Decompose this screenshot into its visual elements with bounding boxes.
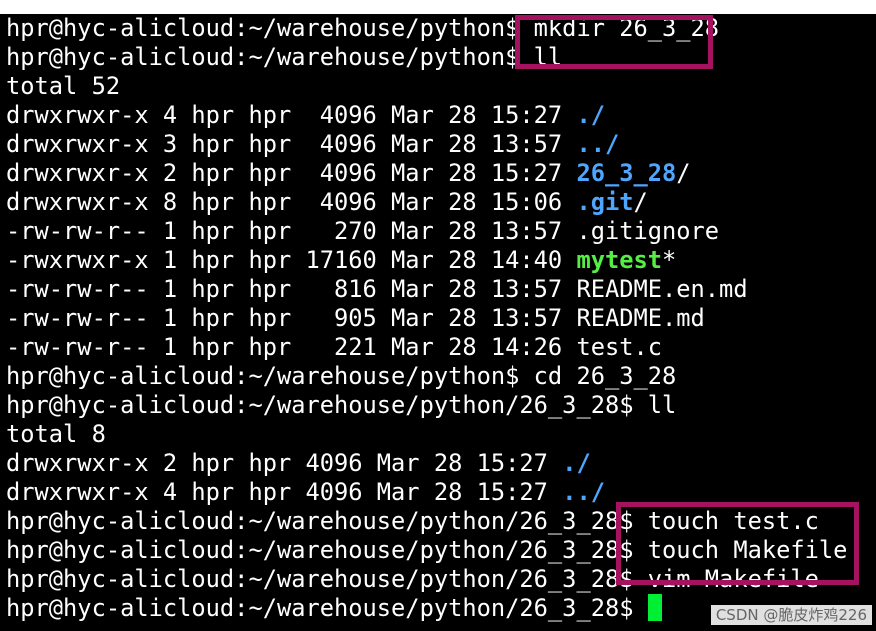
- terminal-line: drwxrwxr-x 2 hpr hpr 4096 Mar 28 15:27 2…: [6, 159, 847, 188]
- terminal-text: /: [676, 159, 691, 187]
- terminal-text: drwxrwxr-x 2 hpr hpr 4096 Mar 28 15:27: [6, 159, 577, 187]
- terminal-line: drwxrwxr-x 8 hpr hpr 4096 Mar 28 15:06 .…: [6, 188, 847, 217]
- csdn-watermark: CSDN @脆皮炸鸡226: [710, 605, 872, 625]
- executable-name: mytest: [576, 246, 663, 274]
- terminal-text: hpr@hyc-alicloud:~/warehouse/python$ cd …: [6, 362, 677, 390]
- terminal-line: drwxrwxr-x 3 hpr hpr 4096 Mar 28 13:57 .…: [6, 130, 847, 159]
- directory-name: ./: [576, 101, 605, 129]
- terminal-text: total 52: [6, 72, 121, 100]
- directory-name: 26_3_28: [576, 159, 677, 187]
- terminal-text: *: [662, 246, 677, 274]
- terminal-text: drwxrwxr-x 2 hpr hpr 4096 Mar 28 15:27: [6, 449, 563, 477]
- terminal-line: hpr@hyc-alicloud:~/warehouse/python$ ll: [6, 43, 847, 72]
- terminal-cursor: [647, 594, 662, 621]
- terminal-text: -rw-rw-r-- 1 hpr hpr 270 Mar 28 13:57 .g…: [6, 217, 720, 245]
- terminal-text: hpr@hyc-alicloud:~/warehouse/python$ ll: [6, 43, 563, 71]
- terminal-line: -rw-rw-r-- 1 hpr hpr 816 Mar 28 13:57 RE…: [6, 275, 847, 304]
- terminal-text: -rwxrwxr-x 1 hpr hpr 17160 Mar 28 14:40: [6, 246, 577, 274]
- terminal-text: hpr@hyc-alicloud:~/warehouse/python/26_3…: [6, 594, 648, 622]
- terminal-line: -rw-rw-r-- 1 hpr hpr 905 Mar 28 13:57 RE…: [6, 304, 847, 333]
- terminal-line: drwxrwxr-x 2 hpr hpr 4096 Mar 28 15:27 .…: [6, 449, 847, 478]
- terminal-line: -rw-rw-r-- 1 hpr hpr 270 Mar 28 13:57 .g…: [6, 217, 847, 246]
- terminal-text: drwxrwxr-x 4 hpr hpr 4096 Mar 28 15:27: [6, 478, 563, 506]
- terminal-line: hpr@hyc-alicloud:~/warehouse/python$ cd …: [6, 362, 847, 391]
- terminal-text: -rw-rw-r-- 1 hpr hpr 905 Mar 28 13:57 RE…: [6, 304, 705, 332]
- terminal-line: total 8: [6, 420, 847, 449]
- terminal-line: -rwxrwxr-x 1 hpr hpr 17160 Mar 28 14:40 …: [6, 246, 847, 275]
- terminal-line: -rw-rw-r-- 1 hpr hpr 221 Mar 28 14:26 te…: [6, 333, 847, 362]
- directory-name: ../: [562, 478, 605, 506]
- terminal-text: total 8: [6, 420, 106, 448]
- directory-name: ../: [576, 130, 620, 158]
- terminal-window[interactable]: hpr@hyc-alicloud:~/warehouse/python$ mkd…: [0, 14, 876, 631]
- terminal-line: total 52: [6, 72, 847, 101]
- highlight-box-touch: [616, 502, 859, 585]
- terminal-text: /: [633, 188, 648, 216]
- terminal-line: hpr@hyc-alicloud:~/warehouse/python$ mkd…: [6, 14, 847, 43]
- terminal-line: drwxrwxr-x 4 hpr hpr 4096 Mar 28 15:27 .…: [6, 101, 847, 130]
- terminal-text: -rw-rw-r-- 1 hpr hpr 221 Mar 28 14:26 te…: [6, 333, 663, 361]
- terminal-text: drwxrwxr-x 4 hpr hpr 4096 Mar 28 15:27: [6, 101, 577, 129]
- directory-name: .git: [576, 188, 634, 216]
- terminal-text: hpr@hyc-alicloud:~/warehouse/python/26_3…: [6, 391, 677, 419]
- terminal-line: hpr@hyc-alicloud:~/warehouse/python/26_3…: [6, 391, 847, 420]
- terminal-text: drwxrwxr-x 3 hpr hpr 4096 Mar 28 13:57: [6, 130, 577, 158]
- terminal-text: drwxrwxr-x 8 hpr hpr 4096 Mar 28 15:06: [6, 188, 577, 216]
- directory-name: ./: [562, 449, 591, 477]
- highlight-box-mkdir: [515, 15, 713, 69]
- terminal-text: -rw-rw-r-- 1 hpr hpr 816 Mar 28 13:57 RE…: [6, 275, 748, 303]
